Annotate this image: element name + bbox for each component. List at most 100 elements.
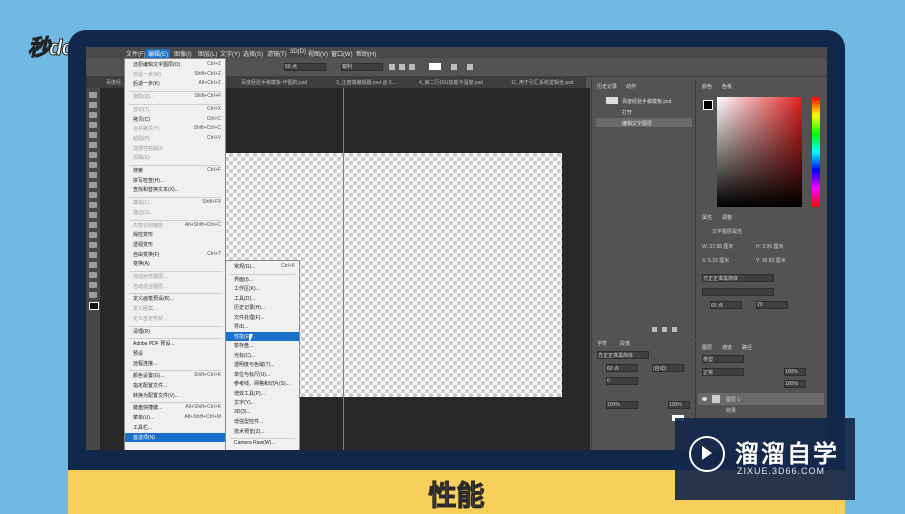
edit-menu-item[interactable]: 转换为配置文件(V)... xyxy=(133,392,179,399)
preferences-menu-item[interactable]: 增强型控件... xyxy=(234,418,263,425)
menu-type[interactable]: 文字(Y) xyxy=(220,49,240,58)
edit-menu-item[interactable]: 合并拷贝(Y) xyxy=(133,125,160,132)
menu-3d[interactable]: 3D(D) xyxy=(290,49,306,55)
trash-icon[interactable] xyxy=(672,327,677,332)
preferences-menu-item[interactable]: Camera Raw(W)... xyxy=(234,440,275,446)
menu-file[interactable]: 文件(F) xyxy=(126,49,146,58)
prop-size-field[interactable]: 60 点 xyxy=(710,301,742,309)
swatches-tab[interactable]: 色板 xyxy=(722,83,732,90)
magic-wand-icon[interactable] xyxy=(89,122,97,128)
fill-field[interactable]: 100% xyxy=(784,380,806,388)
actions-tab[interactable]: 动作 xyxy=(626,83,636,90)
edit-menu-item[interactable]: 远程连接... xyxy=(133,360,157,367)
menu-layer[interactable]: 图层(L) xyxy=(198,49,217,58)
shape-tool-icon[interactable] xyxy=(89,262,97,268)
char-panel-icon[interactable] xyxy=(467,64,473,70)
edit-menu-item[interactable]: 首选项(N) xyxy=(133,434,155,441)
prop-x[interactable]: X: 5.32 厘米 xyxy=(702,257,729,264)
preferences-menu-item[interactable]: 光标(C)... xyxy=(234,352,255,359)
preferences-menu-item[interactable]: 界面(I)... xyxy=(234,276,253,283)
character-tab[interactable]: 字符 xyxy=(597,340,607,347)
type-tool-icon[interactable] xyxy=(89,242,97,248)
menu-filter[interactable]: 滤镜(T) xyxy=(267,49,287,58)
hue-slider[interactable] xyxy=(812,97,820,207)
brush-tool-icon[interactable] xyxy=(89,162,97,168)
menu-select[interactable]: 选择(S) xyxy=(243,49,263,58)
menu-image[interactable]: 图像(I) xyxy=(174,49,192,58)
char-size-field[interactable]: 60 点 xyxy=(606,364,638,372)
channels-tab[interactable]: 通道 xyxy=(722,344,732,351)
align-left-icon[interactable] xyxy=(389,64,395,70)
foreground-color[interactable] xyxy=(703,100,713,110)
prop-leading-field[interactable]: 20 xyxy=(756,301,788,309)
layer-filter-field[interactable]: 类型 xyxy=(702,355,744,363)
opacity-field[interactable]: 100% xyxy=(784,368,806,376)
edit-menu-item[interactable]: 还原编辑文字图层(O) xyxy=(133,61,180,68)
gradient-tool-icon[interactable] xyxy=(89,202,97,208)
history-snapshot[interactable]: 百度经验手稿模板.psd xyxy=(622,98,671,105)
prop-width[interactable]: W: 37.88 厘米 xyxy=(702,243,733,250)
dodge-tool-icon[interactable] xyxy=(89,222,97,228)
edit-menu-item[interactable]: 定义画笔预设(B)... xyxy=(133,295,174,302)
doc-tab[interactable]: 11_用于引汇系统逻辑全.psd xyxy=(511,79,573,86)
align-center-icon[interactable] xyxy=(399,64,405,70)
char-font-field[interactable]: 方正正准黑简体 xyxy=(597,351,649,359)
edit-menu-item[interactable]: Adobe PDF 预设... xyxy=(133,340,174,347)
prop-y[interactable]: Y: 35.83 厘米 xyxy=(756,257,786,264)
preferences-menu-item[interactable]: 文字(Y)... xyxy=(234,399,255,406)
preferences-menu-item[interactable]: 单位与标尺(U)... xyxy=(234,371,270,378)
history-step[interactable]: 打开 xyxy=(622,109,632,116)
more-tools-icon[interactable] xyxy=(89,292,97,298)
eraser-tool-icon[interactable] xyxy=(89,192,97,198)
align-right-icon[interactable] xyxy=(409,64,415,70)
edit-menu-item[interactable]: 渐隐(D)... xyxy=(133,93,154,100)
edit-menu-item[interactable]: 查找和替换文本(X)... xyxy=(133,186,179,193)
edit-menu-item[interactable]: 搜索 xyxy=(133,167,143,174)
edit-menu-item[interactable]: 操控变形 xyxy=(133,231,153,238)
hand-tool-icon[interactable] xyxy=(89,272,97,278)
edit-menu-item[interactable]: 工具栏... xyxy=(133,424,152,431)
preferences-menu-item[interactable]: 参考线、网格和切片(S)... xyxy=(234,380,290,387)
blur-tool-icon[interactable] xyxy=(89,212,97,218)
edit-menu-item[interactable]: 粘贴(P) xyxy=(133,135,150,142)
preferences-menu-item[interactable]: 技术预览(Z)... xyxy=(234,428,265,435)
snapshot-icon[interactable] xyxy=(652,327,657,332)
edit-menu-item[interactable]: 自动混合图层... xyxy=(133,283,167,290)
edit-menu-item[interactable]: 透视变形 xyxy=(133,241,153,248)
prop-style-field[interactable] xyxy=(702,288,774,296)
crop-tool-icon[interactable] xyxy=(89,132,97,138)
preferences-menu-item[interactable]: 常规(G)... xyxy=(234,263,255,270)
edit-menu-item[interactable]: 预设 xyxy=(133,350,143,357)
char-leading-field[interactable]: (自动) xyxy=(652,364,684,372)
edit-menu-item[interactable]: 清除(E) xyxy=(133,154,150,161)
blend-mode-field[interactable]: 正常 xyxy=(702,368,744,376)
history-step[interactable]: 编辑文字图层 xyxy=(622,120,652,127)
edit-menu-item[interactable]: 描边(S)... xyxy=(133,209,154,216)
menu-edit[interactable]: 编辑(E) xyxy=(146,49,170,58)
lasso-tool-icon[interactable] xyxy=(89,112,97,118)
paths-tab[interactable]: 路径 xyxy=(742,344,752,351)
color-swatches-icon[interactable] xyxy=(89,302,99,310)
edit-menu-item[interactable]: 变换(A) xyxy=(133,260,150,267)
warp-text-icon[interactable] xyxy=(451,64,457,70)
prop-font-field[interactable]: 方正正准黑简体 xyxy=(702,274,774,282)
doc-tab[interactable]: 3_注册填编辑器.psd @ 5... xyxy=(336,79,396,86)
history-tab[interactable]: 历史记录 xyxy=(597,83,617,90)
doc-tab[interactable]: 4_第二行(RU加载卡温度.psd xyxy=(419,79,483,86)
edit-menu-item[interactable]: 剪切(T) xyxy=(133,106,149,113)
marquee-tool-icon[interactable] xyxy=(89,102,97,108)
healing-brush-icon[interactable] xyxy=(89,152,97,158)
history-brush-icon[interactable] xyxy=(89,182,97,188)
preferences-menu-item[interactable]: 导出... xyxy=(234,323,248,330)
zoom-tool-icon[interactable] xyxy=(89,282,97,288)
move-tool-icon[interactable] xyxy=(89,92,97,98)
doc-tab[interactable]: 百度经验手稿模板-作图的.psd xyxy=(241,79,307,86)
stamp-tool-icon[interactable] xyxy=(89,172,97,178)
preferences-menu-item[interactable]: 工作区(K)... xyxy=(234,285,260,292)
preferences-menu-item[interactable]: 文件处理(F)... xyxy=(234,314,265,321)
edit-menu-item[interactable]: 填充(L)... xyxy=(133,199,153,206)
edit-menu-item[interactable]: 颜色设置(G)... xyxy=(133,372,164,379)
color-field[interactable] xyxy=(717,97,802,207)
edit-menu-item[interactable]: 前进一步(W) xyxy=(133,71,161,78)
preferences-menu-item[interactable]: 历史记录(H)... xyxy=(234,304,265,311)
